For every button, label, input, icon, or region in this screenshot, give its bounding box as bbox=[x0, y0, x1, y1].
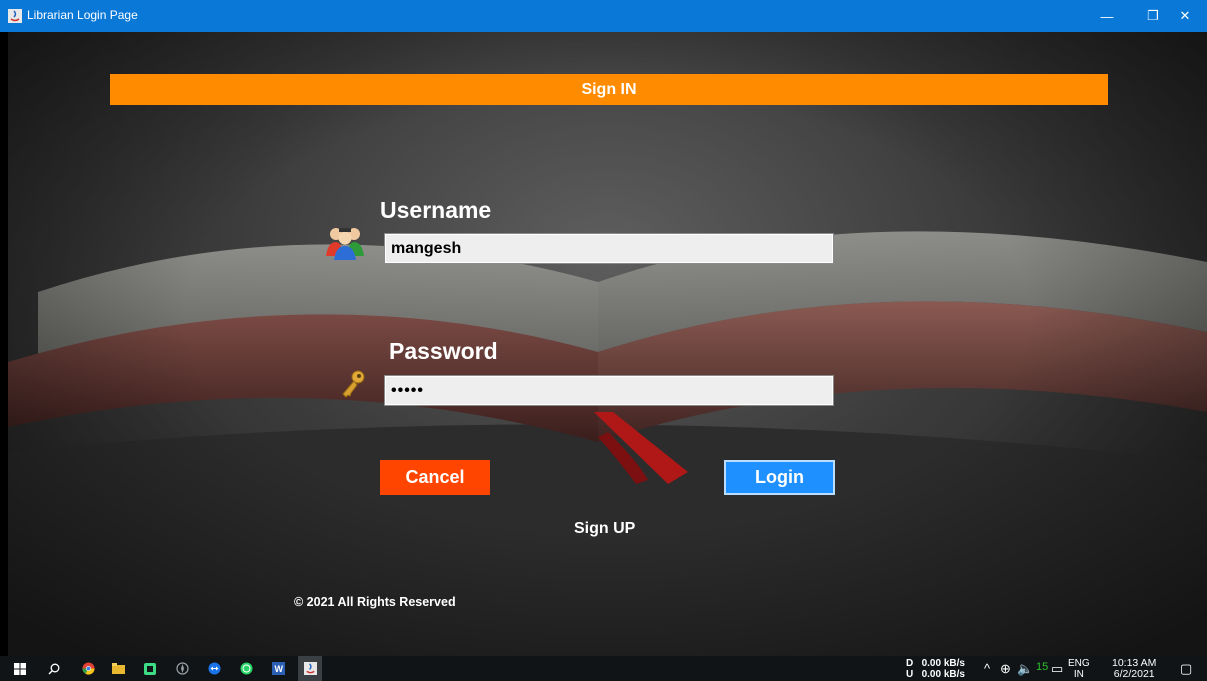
copyright-text: © 2021 All Rights Reserved bbox=[294, 595, 456, 609]
users-icon bbox=[326, 228, 364, 260]
file-explorer-icon[interactable] bbox=[108, 656, 128, 681]
search-icon[interactable] bbox=[44, 656, 64, 681]
key-icon bbox=[342, 370, 365, 398]
clock-date: 6/2/2021 bbox=[1113, 668, 1155, 680]
clock[interactable]: 10:13 AM 6/2/2021 bbox=[1112, 658, 1156, 680]
window-title: Librarian Login Page bbox=[27, 8, 138, 22]
volume-number: 15 bbox=[1036, 661, 1049, 673]
region-code: IN bbox=[1073, 669, 1084, 680]
username-input[interactable] bbox=[384, 233, 834, 264]
password-input[interactable]: ••••• bbox=[384, 375, 834, 406]
chevron-up-icon[interactable]: ^ bbox=[984, 661, 990, 676]
network-speed: D 0.00 kB/s U 0.00 kB/s bbox=[906, 658, 965, 680]
book-background-image bbox=[8, 32, 1207, 656]
minimize-button[interactable]: — bbox=[1084, 0, 1130, 32]
net-down-speed: 0.00 kB/s bbox=[921, 658, 965, 669]
language-indicator[interactable]: ENG IN bbox=[1068, 658, 1090, 680]
teamviewer-icon[interactable] bbox=[204, 656, 224, 681]
windows-taskbar: W D 0.00 kB/s U 0.00 kB/s ^ ⊕ 🔈 15 ▭ ENG… bbox=[0, 656, 1207, 681]
java-app-taskbar-icon[interactable] bbox=[298, 656, 322, 681]
login-panel: Sign IN Username Password ••••• Cancel L… bbox=[8, 32, 1207, 656]
net-up-speed: 0.00 kB/s bbox=[921, 669, 965, 680]
window-title-bar: Librarian Login Page — ❐ ✕ bbox=[0, 0, 1207, 32]
password-label: Password bbox=[389, 338, 498, 364]
battery-icon[interactable]: ▭ bbox=[1051, 661, 1063, 677]
sign-in-banner: Sign IN bbox=[110, 74, 1108, 105]
notification-icon[interactable]: ▢ bbox=[1180, 661, 1192, 677]
login-button[interactable]: Login bbox=[724, 460, 835, 495]
windows-start-icon[interactable] bbox=[10, 656, 30, 681]
globe-icon[interactable]: ⊕ bbox=[1000, 661, 1011, 677]
close-button[interactable]: ✕ bbox=[1162, 0, 1207, 32]
sign-up-link[interactable]: Sign UP bbox=[574, 520, 635, 538]
word-icon[interactable]: W bbox=[268, 656, 288, 681]
net-down-label: D bbox=[906, 658, 914, 669]
net-up-label: U bbox=[906, 669, 914, 680]
browser-icon[interactable] bbox=[172, 656, 192, 681]
username-label: Username bbox=[380, 197, 492, 223]
java-app-icon bbox=[8, 9, 22, 23]
cancel-button[interactable]: Cancel bbox=[380, 460, 490, 495]
android-studio-icon[interactable] bbox=[140, 656, 160, 681]
chrome-icon[interactable] bbox=[78, 656, 98, 681]
volume-icon[interactable]: 🔈 bbox=[1017, 661, 1033, 677]
svg-text:W: W bbox=[274, 664, 283, 674]
language-code: ENG bbox=[1068, 658, 1090, 669]
whatsapp-icon[interactable] bbox=[236, 656, 256, 681]
